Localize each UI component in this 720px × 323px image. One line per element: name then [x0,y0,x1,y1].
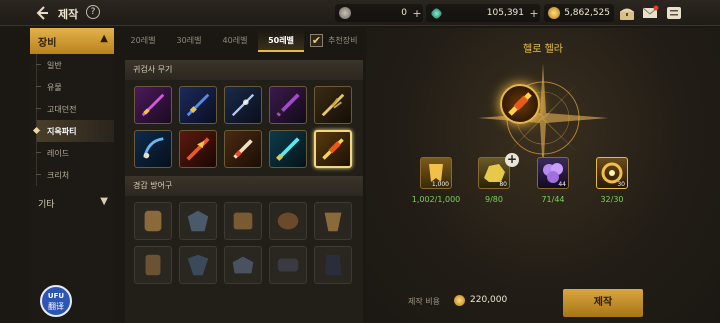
tab-level-20[interactable]: 20레벨 [120,30,166,52]
material-crest-icon[interactable]: 1,000 [420,157,452,189]
level-tabs: 20레벨 30레벨 40레벨 50레벨 [120,30,304,56]
weapon-slot[interactable] [314,86,352,124]
silver-coin-icon [339,7,351,19]
weapon-slot-selected[interactable] [314,130,352,168]
weapon-slot[interactable] [134,86,172,124]
material-qty: 80 [499,181,507,188]
add-silver-button[interactable]: + [411,7,423,20]
selected-item-icon[interactable] [500,84,540,124]
sidebar-item-label: 유물 [47,82,62,92]
armor-slot[interactable] [134,202,172,240]
tab-level-50[interactable]: 50레벨 [258,30,304,52]
sidebar-item-normal[interactable]: 일반 [36,54,114,76]
section-title-armor: 경갑 방어구 [125,176,363,196]
currency-value: 0 [401,8,407,18]
armor-slot[interactable] [224,202,262,240]
tab-level-40[interactable]: 40레벨 [212,30,258,52]
sidebar-item-label: 고대던전 [47,104,77,114]
translate-badge-label: 翻译 [48,302,64,311]
sidebar-item-label: 지옥파티 [47,126,77,136]
material-ring-icon[interactable]: 30 [596,157,628,189]
weapon-slot[interactable] [224,86,262,124]
translate-badge-logo: UFU [47,292,65,300]
currency-value: 105,391 [486,8,524,18]
weapon-slot[interactable] [269,130,307,168]
selected-item-name: 헬로 헬라 [523,44,563,55]
gold-coin-icon [548,7,560,19]
sidebar-category-label: 장비 [38,37,57,49]
sidebar-category-other[interactable]: 기타 ▼ [30,190,114,216]
sidebar-item-label: 크리처 [47,170,70,180]
armor-slot[interactable] [224,246,262,284]
menu-icon[interactable] [665,4,683,22]
armor-slot[interactable] [269,246,307,284]
mail-icon[interactable] [641,4,659,22]
chest-icon[interactable] [618,4,636,22]
sidebar-item-relic[interactable]: 유물 [36,76,114,98]
gold-coin-icon [454,295,465,306]
sidebar-item-ancient-dungeon[interactable]: 고대던전 [36,98,114,120]
sidebar-item-label: 일반 [47,60,62,70]
armor-slot[interactable] [314,202,352,240]
material-purple-orb-icon[interactable]: 44 [537,157,569,189]
sidebar-item-hell-party[interactable]: 지옥파티 [36,120,114,142]
weapon-slot[interactable] [179,130,217,168]
armor-slot[interactable] [179,202,217,240]
currency-value: 5,862,525 [564,8,610,18]
item-list-panel[interactable]: 귀검사 무기 경갑 방어구 [125,60,363,323]
material-count: 1,002/1,000 [411,195,461,204]
sidebar-category-label: 기타 [38,199,55,210]
translate-overlay-button[interactable]: UFU 翻译 [40,285,72,317]
help-icon[interactable]: ? [86,5,100,19]
material-count: 71/44 [541,195,565,204]
material-qty: 1,000 [431,181,449,188]
currency-gem: 105,391 + [426,4,540,22]
recommend-label: 추천장비 [328,36,358,45]
currency-gold: 5,862,525 [544,4,614,22]
page-title: 제작 [58,8,79,21]
add-gem-button[interactable]: + [528,7,540,20]
armor-slot[interactable] [269,202,307,240]
weapon-slot[interactable] [224,130,262,168]
section-title-weapons: 귀검사 무기 [125,60,363,80]
sidebar-item-label: 레이드 [47,148,70,158]
armor-grid [125,196,363,292]
top-bar: 제작 ? 0 + 105,391 + 5,862,525 [0,0,720,26]
sidebar: 장비 ▲ 일반 유물 고대던전 지옥파티 레이드 크리처 기타 ▼ [30,28,114,323]
craft-button[interactable]: 제작 [563,289,643,317]
material-qty: 44 [558,181,566,188]
armor-slot[interactable] [134,246,172,284]
gem-icon [430,6,443,20]
chevron-up-icon: ▲ [100,33,108,44]
weapon-grid [125,80,363,176]
craft-cost-label: 제작 비용 [408,297,440,306]
armor-slot[interactable] [314,246,352,284]
weapon-slot[interactable] [269,86,307,124]
add-material-button[interactable]: + [505,153,519,167]
tab-level-30[interactable]: 30레벨 [166,30,212,52]
material-qty: 30 [617,181,625,188]
craft-cost-value: 220,000 [470,295,508,305]
sidebar-category-equipment[interactable]: 장비 ▲ [30,28,114,54]
sidebar-item-raid[interactable]: 레이드 [36,142,114,164]
armor-slot[interactable] [179,246,217,284]
weapon-slot[interactable] [134,130,172,168]
sidebar-item-creature[interactable]: 크리처 [36,164,114,186]
recommend-checkbox[interactable]: ✔ [310,34,323,47]
back-arrow-icon[interactable] [34,5,50,21]
chevron-down-icon: ▼ [100,196,108,207]
weapon-slot[interactable] [179,86,217,124]
material-count: 9/80 [485,195,503,204]
currency-silver: 0 + [335,4,423,22]
material-count: 32/30 [600,195,624,204]
